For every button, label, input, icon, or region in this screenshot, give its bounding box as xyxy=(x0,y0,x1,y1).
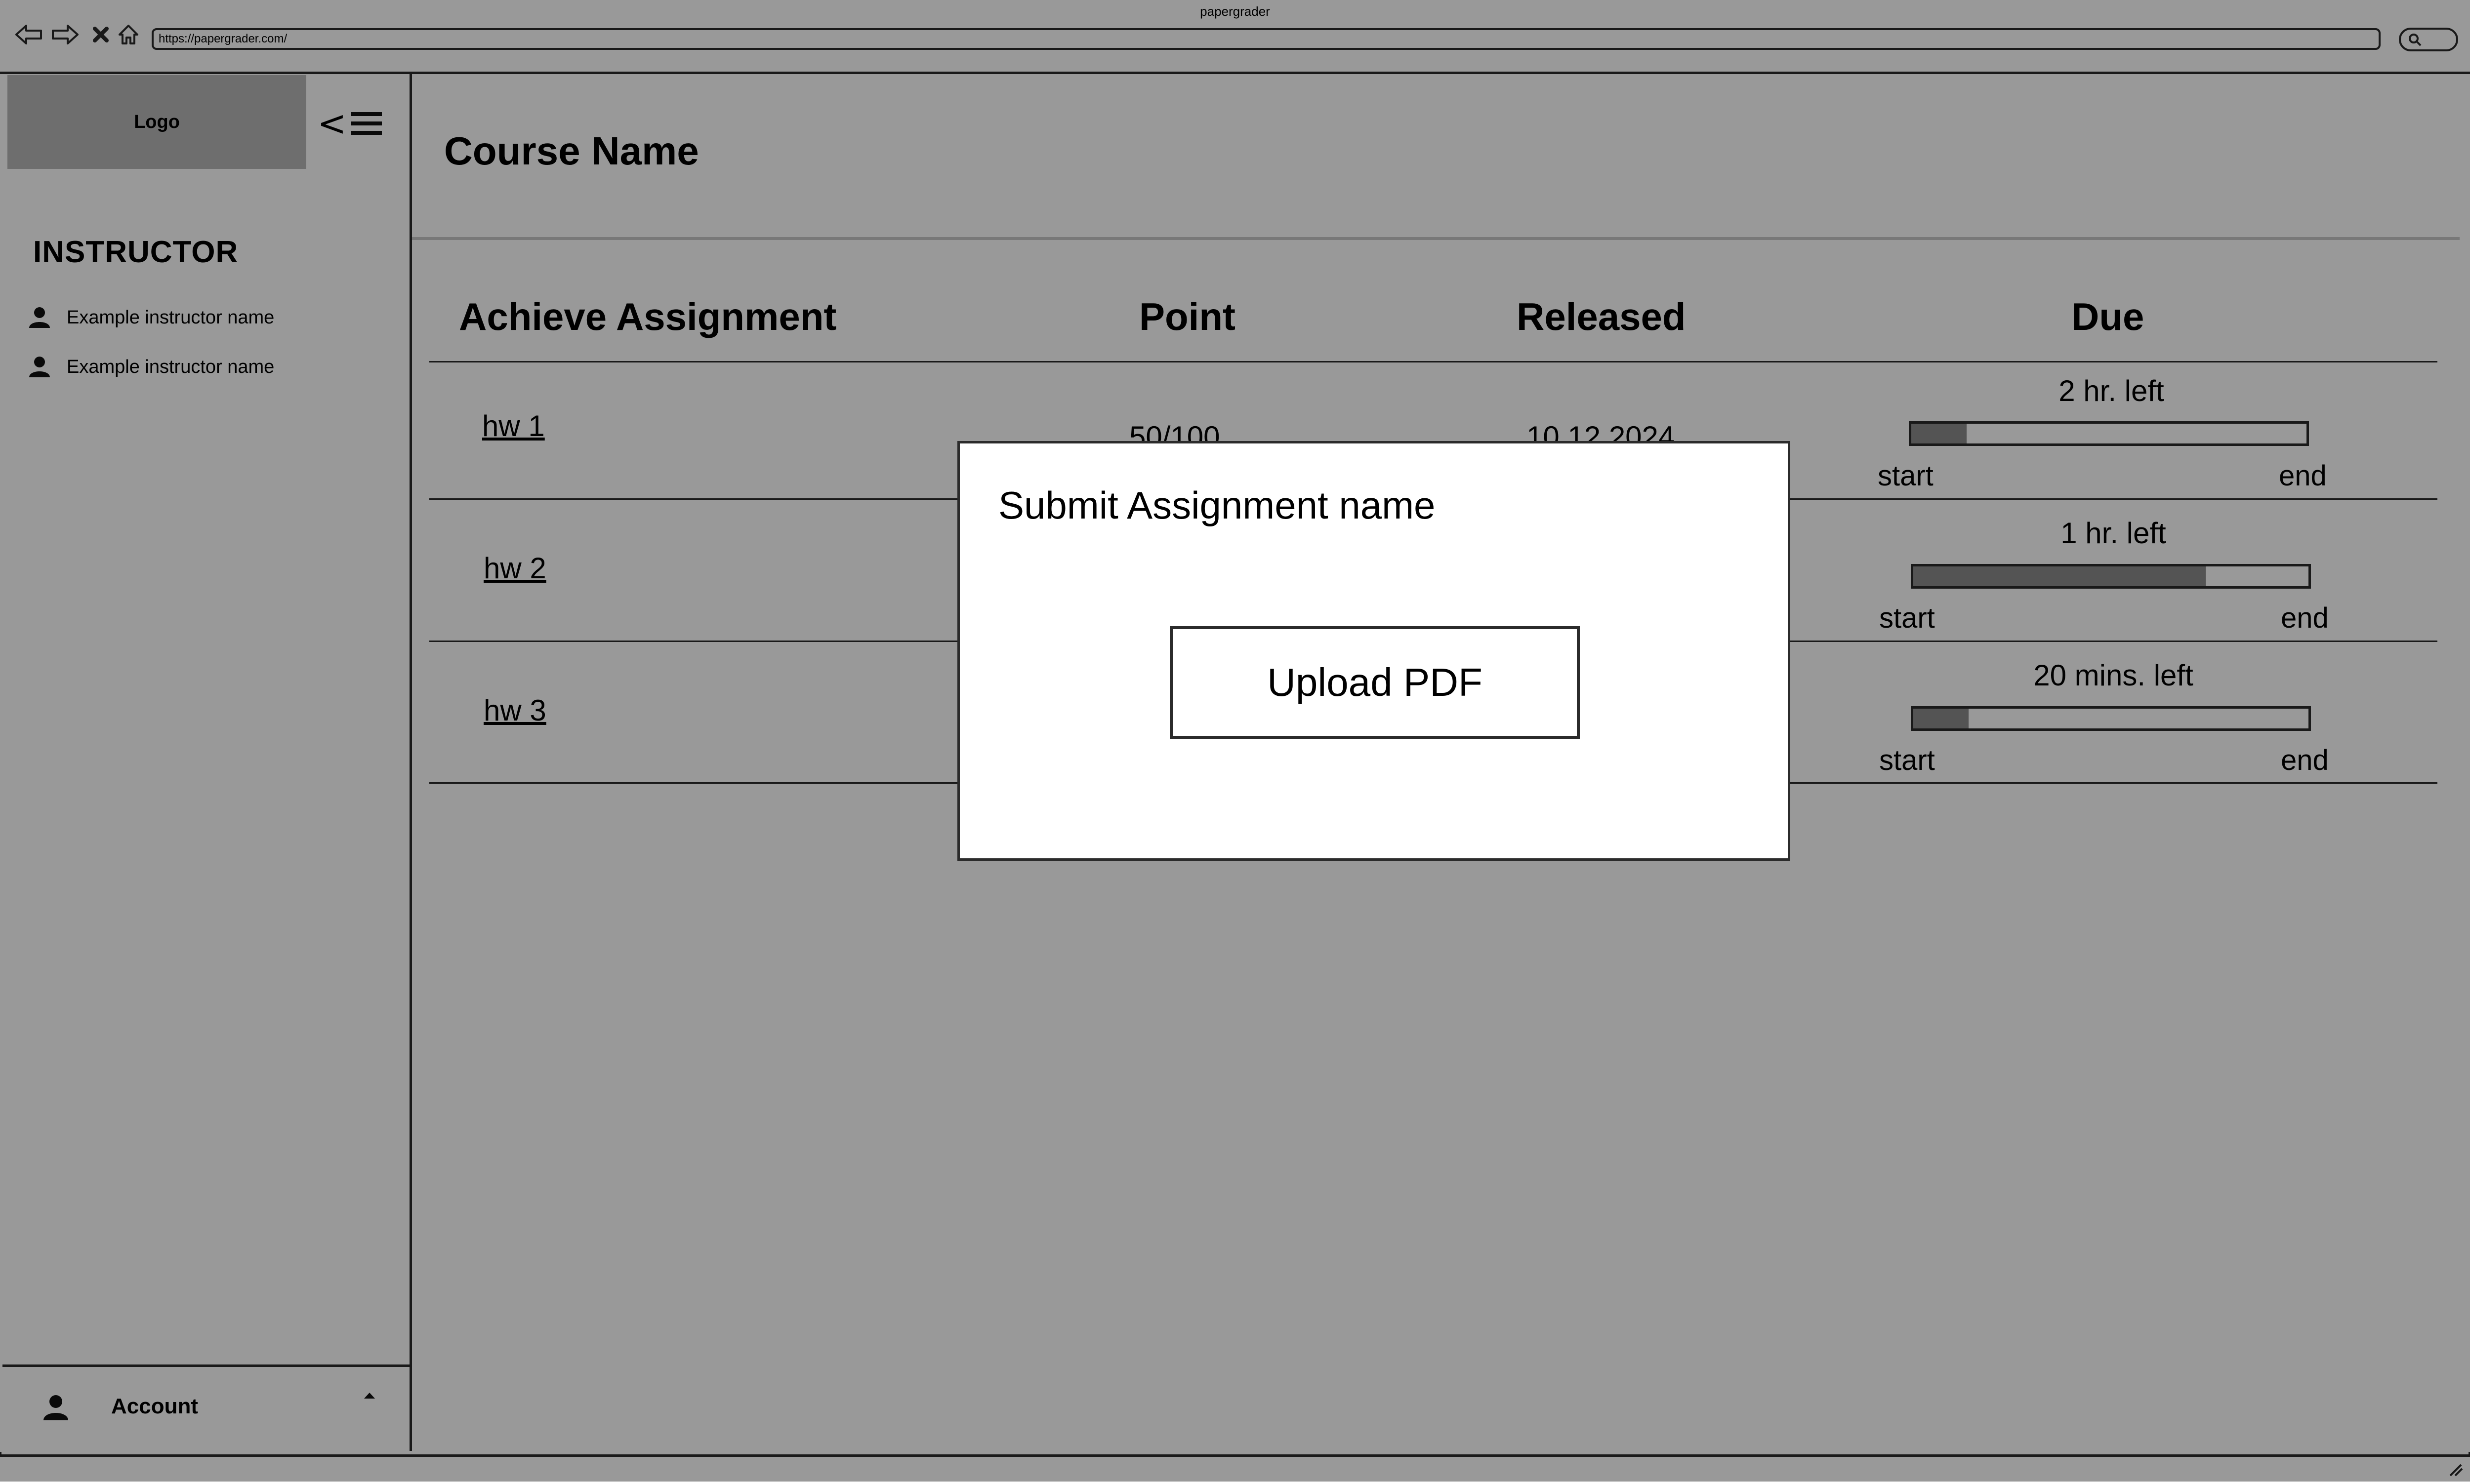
upload-pdf-button[interactable]: Upload PDF xyxy=(1170,626,1580,739)
submit-assignment-modal: Submit Assignment name Upload PDF xyxy=(957,441,1790,861)
modal-title: Submit Assignment name xyxy=(998,483,1436,527)
